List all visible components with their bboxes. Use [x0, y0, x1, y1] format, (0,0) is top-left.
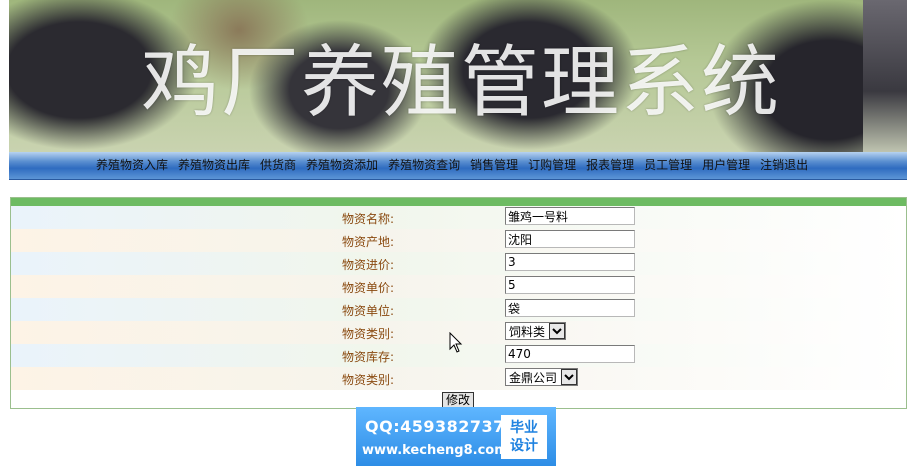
field-label: 物资类别:	[342, 327, 395, 341]
nav-item-query-material[interactable]: 养殖物资查询	[383, 157, 465, 173]
edit-material-form: 物资名称: 物资产地: 物资进价: 物资单价: 物资单位: 物资类别: 饲料类 …	[10, 197, 907, 409]
unit-price-input[interactable]	[505, 276, 635, 294]
header-banner: 鸡厂养殖管理系统	[9, 0, 907, 152]
unit-input[interactable]	[505, 299, 635, 317]
material-origin-input[interactable]	[505, 230, 635, 248]
form-row-unit: 物资单位:	[11, 298, 906, 321]
banner-title: 鸡厂养殖管理系统	[141, 38, 782, 128]
nav-item-orders[interactable]: 订购管理	[523, 157, 581, 173]
nav-item-suppliers[interactable]: 供货商	[255, 157, 301, 173]
watermark-badge: QQ:459382737 www.kecheng8.com 毕业 设计	[356, 407, 556, 466]
nav-item-users[interactable]: 用户管理	[697, 157, 755, 173]
field-label: 物资名称:	[342, 212, 395, 226]
submit-wrap: 修改	[442, 389, 475, 408]
stock-input[interactable]	[505, 345, 635, 363]
chevron-down-icon[interactable]	[561, 369, 578, 385]
watermark-tag: 毕业 设计	[501, 415, 547, 459]
banner-side-image	[863, 0, 907, 152]
nav-item-reports[interactable]: 报表管理	[581, 157, 639, 173]
form-row-origin: 物资产地:	[11, 229, 906, 252]
panel-header-bar	[11, 198, 906, 206]
modify-button[interactable]: 修改	[442, 392, 475, 408]
field-label: 物资单价:	[342, 281, 395, 295]
nav-item-stock-in[interactable]: 养殖物资入库	[91, 157, 173, 173]
watermark-qq: QQ:459382737	[365, 417, 505, 436]
form-row-purchase-price: 物资进价:	[11, 252, 906, 275]
category-select[interactable]: 饲料类	[505, 322, 567, 340]
main-nav: 养殖物资入库 养殖物资出库 供货商 养殖物资添加 养殖物资查询 销售管理 订购管…	[9, 152, 907, 180]
mouse-cursor-icon	[449, 332, 463, 353]
watermark-tag-line2: 设计	[510, 438, 538, 454]
watermark-tag-line1: 毕业	[510, 420, 538, 436]
form-row-unit-price: 物资单价:	[11, 275, 906, 298]
category-selected-value: 饲料类	[509, 324, 546, 339]
supplier-select[interactable]: 金鼎公司	[505, 368, 579, 386]
supplier-selected-value: 金鼎公司	[509, 370, 558, 385]
form-row-name: 物资名称:	[11, 206, 906, 229]
form-row-supplier: 物资类别: 金鼎公司	[11, 367, 906, 390]
nav-item-sales[interactable]: 销售管理	[465, 157, 523, 173]
field-label: 物资类别:	[342, 373, 395, 387]
watermark-url: www.kecheng8.com	[362, 443, 508, 458]
nav-item-staff[interactable]: 员工管理	[639, 157, 697, 173]
field-label: 物资库存:	[342, 350, 395, 364]
field-label: 物资产地:	[342, 235, 395, 249]
material-name-input[interactable]	[505, 207, 635, 225]
chevron-down-icon[interactable]	[549, 323, 566, 339]
nav-item-stock-out[interactable]: 养殖物资出库	[173, 157, 255, 173]
purchase-price-input[interactable]	[505, 253, 635, 271]
field-label: 物资单位:	[342, 304, 395, 318]
nav-item-add-material[interactable]: 养殖物资添加	[301, 157, 383, 173]
nav-item-logout[interactable]: 注销退出	[755, 157, 813, 173]
field-label: 物资进价:	[342, 258, 395, 272]
